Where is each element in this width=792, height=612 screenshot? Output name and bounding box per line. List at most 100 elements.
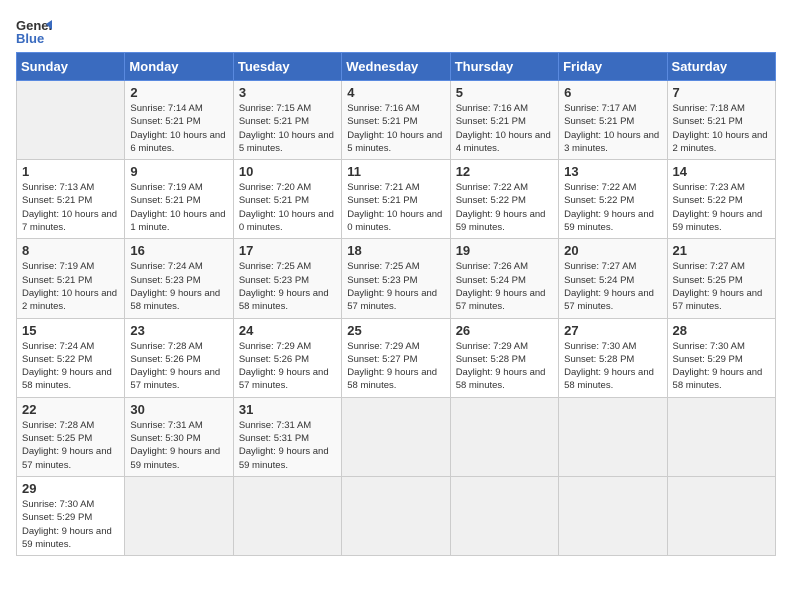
day-number: 2	[130, 85, 227, 100]
day-number: 4	[347, 85, 444, 100]
day-info: Sunrise: 7:28 AMSunset: 5:25 PMDaylight:…	[22, 419, 119, 472]
calendar-day-cell: 3 Sunrise: 7:15 AMSunset: 5:21 PMDaylight…	[233, 81, 341, 160]
day-number: 18	[347, 243, 444, 258]
header-row: SundayMondayTuesdayWednesdayThursdayFrid…	[17, 53, 776, 81]
day-info: Sunrise: 7:31 AMSunset: 5:30 PMDaylight:…	[130, 419, 227, 472]
day-number: 14	[673, 164, 770, 179]
calendar-day-cell: 27Sunrise: 7:30 AMSunset: 5:28 PMDayligh…	[559, 318, 667, 397]
day-number: 29	[22, 481, 119, 496]
calendar-day-cell: 1 Sunrise: 7:13 AMSunset: 5:21 PMDaylight…	[17, 160, 125, 239]
calendar-day-cell: 23 Sunrise: 7:28 AMSunset: 5:26 PMDayligh…	[125, 318, 233, 397]
calendar-day-cell	[667, 397, 775, 476]
calendar-day-cell: 7 Sunrise: 7:18 AMSunset: 5:21 PMDaylight…	[667, 81, 775, 160]
calendar-day-cell: 18 Sunrise: 7:25 AMSunset: 5:23 PMDayligh…	[342, 239, 450, 318]
day-info: Sunrise: 7:13 AMSunset: 5:21 PMDaylight:…	[22, 181, 119, 234]
day-number: 15	[22, 323, 119, 338]
day-info: Sunrise: 7:22 AMSunset: 5:22 PMDaylight:…	[456, 181, 553, 234]
calendar-day-cell	[342, 397, 450, 476]
day-of-week-header: Wednesday	[342, 53, 450, 81]
calendar-week-row: 1 Sunrise: 7:13 AMSunset: 5:21 PMDaylight…	[17, 160, 776, 239]
calendar-day-cell	[342, 476, 450, 555]
logo: General Blue	[16, 16, 52, 46]
calendar-day-cell: 17 Sunrise: 7:25 AMSunset: 5:23 PMDayligh…	[233, 239, 341, 318]
calendar-day-cell: 12 Sunrise: 7:22 AMSunset: 5:22 PMDayligh…	[450, 160, 558, 239]
day-number: 24	[239, 323, 336, 338]
day-number: 25	[347, 323, 444, 338]
day-info: Sunrise: 7:27 AMSunset: 5:24 PMDaylight:…	[564, 260, 661, 313]
day-number: 13	[564, 164, 661, 179]
day-info: Sunrise: 7:14 AMSunset: 5:21 PMDaylight:…	[130, 102, 227, 155]
day-info: Sunrise: 7:25 AMSunset: 5:23 PMDaylight:…	[347, 260, 444, 313]
day-number: 21	[673, 243, 770, 258]
day-info: Sunrise: 7:30 AMSunset: 5:29 PMDaylight:…	[22, 498, 119, 551]
day-info: Sunrise: 7:28 AMSunset: 5:26 PMDaylight:…	[130, 340, 227, 393]
calendar-week-row: 22 Sunrise: 7:28 AMSunset: 5:25 PMDayligh…	[17, 397, 776, 476]
calendar-day-cell	[17, 81, 125, 160]
calendar-day-cell	[559, 476, 667, 555]
day-info: Sunrise: 7:15 AMSunset: 5:21 PMDaylight:…	[239, 102, 336, 155]
calendar-day-cell: 24 Sunrise: 7:29 AMSunset: 5:26 PMDayligh…	[233, 318, 341, 397]
day-number: 6	[564, 85, 661, 100]
day-info: Sunrise: 7:26 AMSunset: 5:24 PMDaylight:…	[456, 260, 553, 313]
day-number: 23	[130, 323, 227, 338]
page-header: General Blue	[16, 16, 776, 46]
day-info: Sunrise: 7:18 AMSunset: 5:21 PMDaylight:…	[673, 102, 770, 155]
day-number: 31	[239, 402, 336, 417]
calendar-day-cell: 28 Sunrise: 7:30 AMSunset: 5:29 PMDayligh…	[667, 318, 775, 397]
day-of-week-header: Monday	[125, 53, 233, 81]
day-number: 27	[564, 323, 661, 338]
day-number: 5	[456, 85, 553, 100]
day-number: 26	[456, 323, 553, 338]
day-info: Sunrise: 7:19 AMSunset: 5:21 PMDaylight:…	[22, 260, 119, 313]
svg-text:Blue: Blue	[16, 31, 44, 46]
day-number: 12	[456, 164, 553, 179]
day-number: 28	[673, 323, 770, 338]
calendar-day-cell: 4 Sunrise: 7:16 AMSunset: 5:21 PMDaylight…	[342, 81, 450, 160]
calendar-day-cell: 29 Sunrise: 7:30 AMSunset: 5:29 PMDayligh…	[17, 476, 125, 555]
day-number: 20	[564, 243, 661, 258]
logo-icon: General Blue	[16, 16, 52, 46]
day-number: 3	[239, 85, 336, 100]
day-info: Sunrise: 7:16 AMSunset: 5:21 PMDaylight:…	[347, 102, 444, 155]
calendar-day-cell: 16 Sunrise: 7:24 AMSunset: 5:23 PMDayligh…	[125, 239, 233, 318]
day-of-week-header: Thursday	[450, 53, 558, 81]
day-info: Sunrise: 7:29 AMSunset: 5:26 PMDaylight:…	[239, 340, 336, 393]
day-number: 22	[22, 402, 119, 417]
day-info: Sunrise: 7:20 AMSunset: 5:21 PMDaylight:…	[239, 181, 336, 234]
day-number: 19	[456, 243, 553, 258]
calendar-day-cell: 30 Sunrise: 7:31 AMSunset: 5:30 PMDayligh…	[125, 397, 233, 476]
calendar-day-cell: 22 Sunrise: 7:28 AMSunset: 5:25 PMDayligh…	[17, 397, 125, 476]
day-of-week-header: Tuesday	[233, 53, 341, 81]
day-info: Sunrise: 7:19 AMSunset: 5:21 PMDaylight:…	[130, 181, 227, 234]
day-of-week-header: Friday	[559, 53, 667, 81]
day-info: Sunrise: 7:29 AMSunset: 5:27 PMDaylight:…	[347, 340, 444, 393]
day-number: 10	[239, 164, 336, 179]
calendar-day-cell: 5 Sunrise: 7:16 AMSunset: 5:21 PMDaylight…	[450, 81, 558, 160]
day-number: 30	[130, 402, 227, 417]
day-number: 1	[22, 164, 119, 179]
calendar-day-cell: 14 Sunrise: 7:23 AMSunset: 5:22 PMDayligh…	[667, 160, 775, 239]
day-info: Sunrise: 7:16 AMSunset: 5:21 PMDaylight:…	[456, 102, 553, 155]
day-number: 7	[673, 85, 770, 100]
day-number: 17	[239, 243, 336, 258]
calendar-day-cell	[559, 397, 667, 476]
day-info: Sunrise: 7:31 AMSunset: 5:31 PMDaylight:…	[239, 419, 336, 472]
day-of-week-header: Saturday	[667, 53, 775, 81]
day-info: Sunrise: 7:30 AMSunset: 5:29 PMDaylight:…	[673, 340, 770, 393]
day-info: Sunrise: 7:25 AMSunset: 5:23 PMDaylight:…	[239, 260, 336, 313]
day-info: Sunrise: 7:23 AMSunset: 5:22 PMDaylight:…	[673, 181, 770, 234]
day-info: Sunrise: 7:29 AMSunset: 5:28 PMDaylight:…	[456, 340, 553, 393]
calendar-day-cell	[450, 476, 558, 555]
calendar-day-cell: 9Sunrise: 7:19 AMSunset: 5:21 PMDaylight…	[125, 160, 233, 239]
day-number: 11	[347, 164, 444, 179]
day-info: Sunrise: 7:17 AMSunset: 5:21 PMDaylight:…	[564, 102, 661, 155]
day-info: Sunrise: 7:24 AMSunset: 5:23 PMDaylight:…	[130, 260, 227, 313]
calendar-day-cell: 25 Sunrise: 7:29 AMSunset: 5:27 PMDayligh…	[342, 318, 450, 397]
day-number: 16	[130, 243, 227, 258]
calendar-week-row: 8Sunrise: 7:19 AMSunset: 5:21 PMDaylight…	[17, 239, 776, 318]
calendar-week-row: 2 Sunrise: 7:14 AMSunset: 5:21 PMDaylight…	[17, 81, 776, 160]
calendar-day-cell: 15Sunrise: 7:24 AMSunset: 5:22 PMDayligh…	[17, 318, 125, 397]
calendar-day-cell: 21Sunrise: 7:27 AMSunset: 5:25 PMDayligh…	[667, 239, 775, 318]
calendar-day-cell	[233, 476, 341, 555]
calendar-week-row: 29 Sunrise: 7:30 AMSunset: 5:29 PMDayligh…	[17, 476, 776, 555]
